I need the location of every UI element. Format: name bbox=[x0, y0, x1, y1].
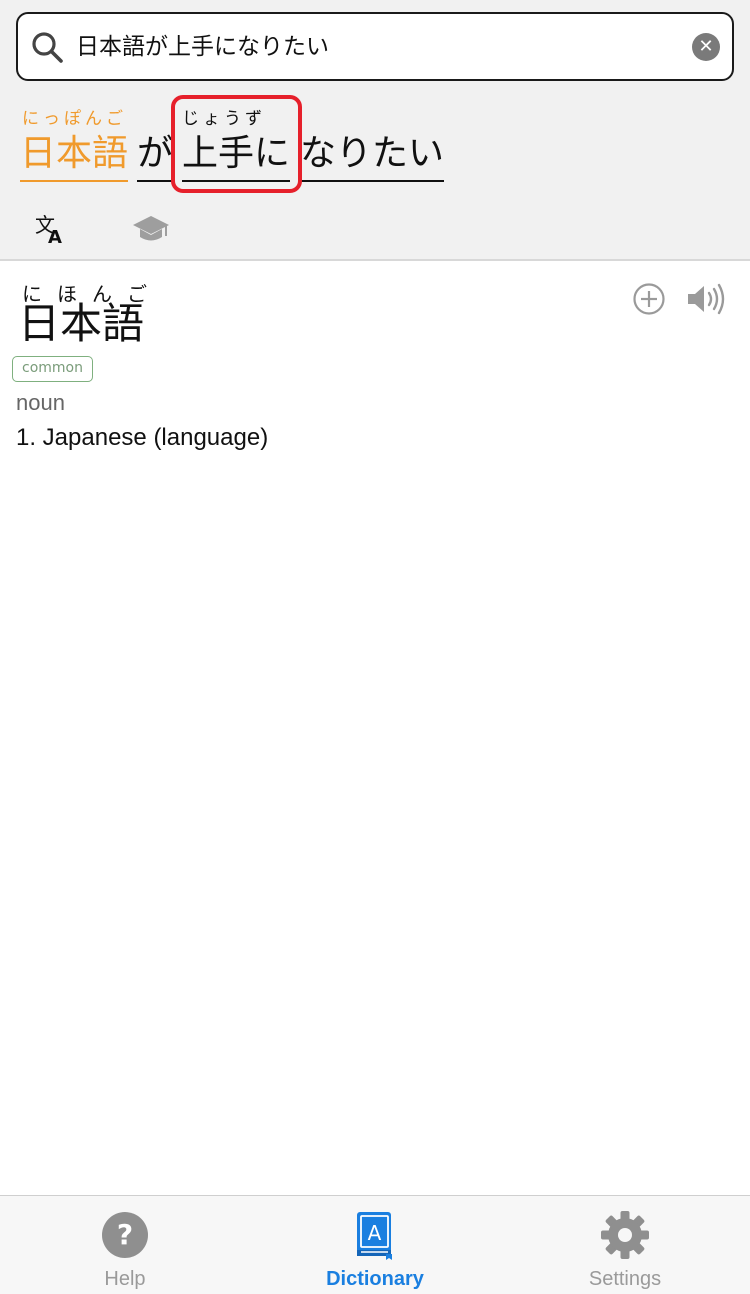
add-icon[interactable] bbox=[632, 282, 666, 316]
tab-help[interactable]: ? Help bbox=[0, 1196, 250, 1294]
segment-underline bbox=[20, 180, 128, 182]
segment-word: が bbox=[137, 133, 174, 174]
tab-label: Dictionary bbox=[326, 1268, 424, 1290]
tab-settings[interactable]: Settings bbox=[500, 1196, 750, 1294]
gear-icon bbox=[601, 1211, 649, 1259]
clear-search-button[interactable]: ✕ bbox=[692, 33, 720, 61]
search-bar[interactable]: ✕ bbox=[16, 12, 734, 81]
sentence-segment-nihongo[interactable]: にっぽんご 日本語 bbox=[20, 104, 130, 184]
close-icon: ✕ bbox=[698, 36, 714, 57]
sentence-segment-ga[interactable]: が bbox=[137, 104, 175, 184]
tab-dictionary[interactable]: A Dictionary bbox=[250, 1196, 500, 1294]
translate-icon[interactable]: 文 A bbox=[34, 212, 68, 246]
tab-label: Settings bbox=[588, 1268, 662, 1290]
common-badge: common bbox=[12, 356, 93, 382]
tab-label: Help bbox=[104, 1268, 146, 1290]
graduation-cap-icon[interactable] bbox=[132, 212, 170, 246]
segment-word: なりたい bbox=[300, 133, 445, 174]
speaker-icon[interactable] bbox=[686, 282, 726, 316]
selected-segment-highlight bbox=[171, 95, 302, 193]
part-of-speech: noun bbox=[16, 390, 65, 415]
svg-text:?: ? bbox=[117, 1218, 133, 1251]
segment-word: 日本語 bbox=[20, 133, 129, 174]
top-panel: ✕ にっぽんご 日本語 が じょうず 上手に なりたい 文 A bbox=[0, 0, 750, 261]
segment-underline bbox=[300, 180, 444, 182]
svg-text:A: A bbox=[368, 1221, 382, 1245]
definition: 1. Japanese (language) bbox=[16, 424, 269, 451]
sentence-segment-naritai[interactable]: なりたい bbox=[300, 104, 446, 184]
help-icon: ? bbox=[102, 1212, 148, 1258]
search-input[interactable] bbox=[76, 26, 686, 68]
tab-bar: ? Help A Dictionary Settings bbox=[0, 1195, 750, 1294]
dictionary-icon: A bbox=[357, 1212, 392, 1260]
svg-text:A: A bbox=[48, 227, 62, 246]
entry-headword: 日本語 bbox=[18, 299, 145, 348]
search-icon bbox=[32, 32, 63, 63]
segment-reading: にっぽんご bbox=[22, 109, 127, 129]
segment-underline bbox=[137, 180, 173, 182]
